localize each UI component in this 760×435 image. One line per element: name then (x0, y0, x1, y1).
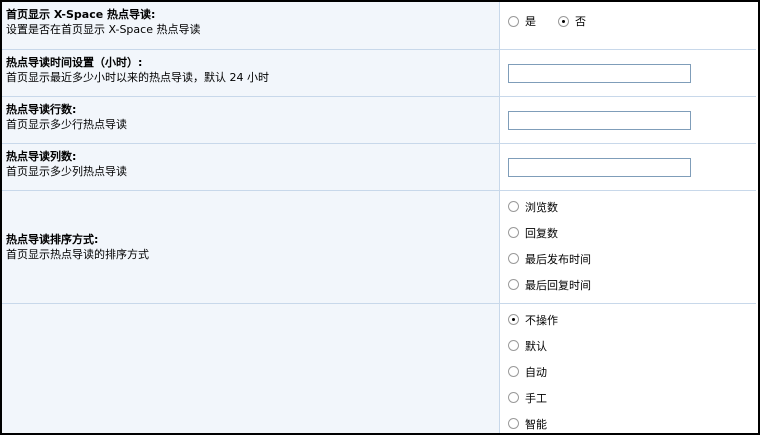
settings-frame: 首页显示 X-Space 热点导读: 设置是否在首页显示 X-Space 热点导… (0, 0, 760, 435)
radio-op-auto-label[interactable]: 自动 (525, 364, 547, 380)
radio-op-default[interactable] (508, 340, 519, 351)
radio-no-label[interactable]: 否 (575, 13, 586, 29)
radio-sort-replies[interactable] (508, 227, 519, 238)
radio-option: 最后发布时间 (508, 246, 756, 272)
hot-hours-input[interactable] (508, 63, 691, 83)
radio-sort-last-reply[interactable] (508, 279, 519, 290)
radio-no[interactable] (558, 15, 569, 27)
setting-description: 首页显示多少列热点导读 (6, 164, 127, 178)
setting-control-cell (499, 49, 756, 97)
setting-title: 热点导读行数: (6, 102, 77, 116)
setting-row-hot-hours: 热点导读时间设置（小时）: 首页显示最近多少小时以来的热点导读，默认 24 小时 (2, 49, 756, 97)
setting-label-cell (2, 303, 500, 433)
radio-op-smart-label[interactable]: 智能 (525, 416, 547, 432)
setting-title: 热点导读时间设置（小时）: (6, 55, 143, 69)
hot-cols-input[interactable] (508, 157, 691, 177)
radio-op-smart[interactable] (508, 418, 519, 429)
setting-row-hot-cols: 热点导读列数: 首页显示多少列热点导读 (2, 143, 756, 191)
setting-label-cell: 热点导读行数: 首页显示多少行热点导读 (2, 96, 500, 144)
radio-op-default-label[interactable]: 默认 (525, 338, 547, 354)
radio-option: 手工 (508, 385, 756, 411)
setting-label-cell: 热点导读列数: 首页显示多少列热点导读 (2, 143, 500, 191)
radio-op-manual-label[interactable]: 手工 (525, 390, 547, 406)
radio-sort-last-reply-label[interactable]: 最后回复时间 (525, 277, 591, 293)
setting-control-cell (499, 143, 756, 191)
radio-op-none[interactable] (508, 314, 519, 325)
radio-op-auto[interactable] (508, 366, 519, 377)
setting-control-cell: 是 否 (499, 2, 756, 50)
radio-option: 智能 (508, 411, 756, 434)
setting-label-cell: 热点导读时间设置（小时）: 首页显示最近多少小时以来的热点导读，默认 24 小时 (2, 49, 500, 97)
setting-description: 设置是否在首页显示 X-Space 热点导读 (6, 23, 201, 36)
radio-option: 默认 (508, 333, 756, 359)
setting-control-cell: 不操作 默认 自动 手工 智能 (499, 303, 756, 434)
setting-label-cell: 热点导读排序方式: 首页显示热点导读的排序方式 (2, 190, 500, 304)
radio-yes-label[interactable]: 是 (525, 13, 536, 29)
setting-description: 首页显示最近多少小时以来的热点导读，默认 24 小时 (6, 70, 269, 84)
radio-sort-views-label[interactable]: 浏览数 (525, 199, 558, 215)
radio-option: 最后回复时间 (508, 272, 756, 298)
setting-row-hot-sort: 热点导读排序方式: 首页显示热点导读的排序方式 浏览数 回复数 最后发布时间 最… (2, 190, 756, 304)
setting-title: 热点导读排序方式: (6, 232, 99, 246)
radio-option: 回复数 (508, 220, 756, 246)
radio-option: 不操作 (508, 307, 756, 333)
radio-option: 自动 (508, 359, 756, 385)
settings-table: 首页显示 X-Space 热点导读: 设置是否在首页显示 X-Space 热点导… (2, 2, 756, 434)
radio-sort-replies-label[interactable]: 回复数 (525, 225, 558, 241)
radio-sort-last-post-label[interactable]: 最后发布时间 (525, 251, 591, 267)
setting-label-cell: 首页显示 X-Space 热点导读: 设置是否在首页显示 X-Space 热点导… (2, 2, 500, 50)
setting-description: 首页显示热点导读的排序方式 (6, 247, 149, 261)
hot-rows-input[interactable] (508, 110, 691, 130)
radio-sort-last-post[interactable] (508, 253, 519, 264)
radio-yes[interactable] (508, 15, 519, 27)
setting-row-operation: 不操作 默认 自动 手工 智能 (2, 303, 756, 434)
radio-op-manual[interactable] (508, 392, 519, 403)
setting-control-cell (499, 96, 756, 144)
radio-sort-views[interactable] (508, 201, 519, 212)
setting-description: 首页显示多少行热点导读 (6, 117, 127, 131)
setting-row-hot-rows: 热点导读行数: 首页显示多少行热点导读 (2, 96, 756, 144)
setting-title: 热点导读列数: (6, 149, 77, 163)
setting-title: 首页显示 X-Space 热点导读: (6, 8, 156, 21)
radio-option: 浏览数 (508, 194, 756, 220)
setting-row-hot-display: 首页显示 X-Space 热点导读: 设置是否在首页显示 X-Space 热点导… (2, 2, 756, 50)
radio-op-none-label[interactable]: 不操作 (525, 312, 558, 328)
setting-control-cell: 浏览数 回复数 最后发布时间 最后回复时间 (499, 190, 756, 304)
